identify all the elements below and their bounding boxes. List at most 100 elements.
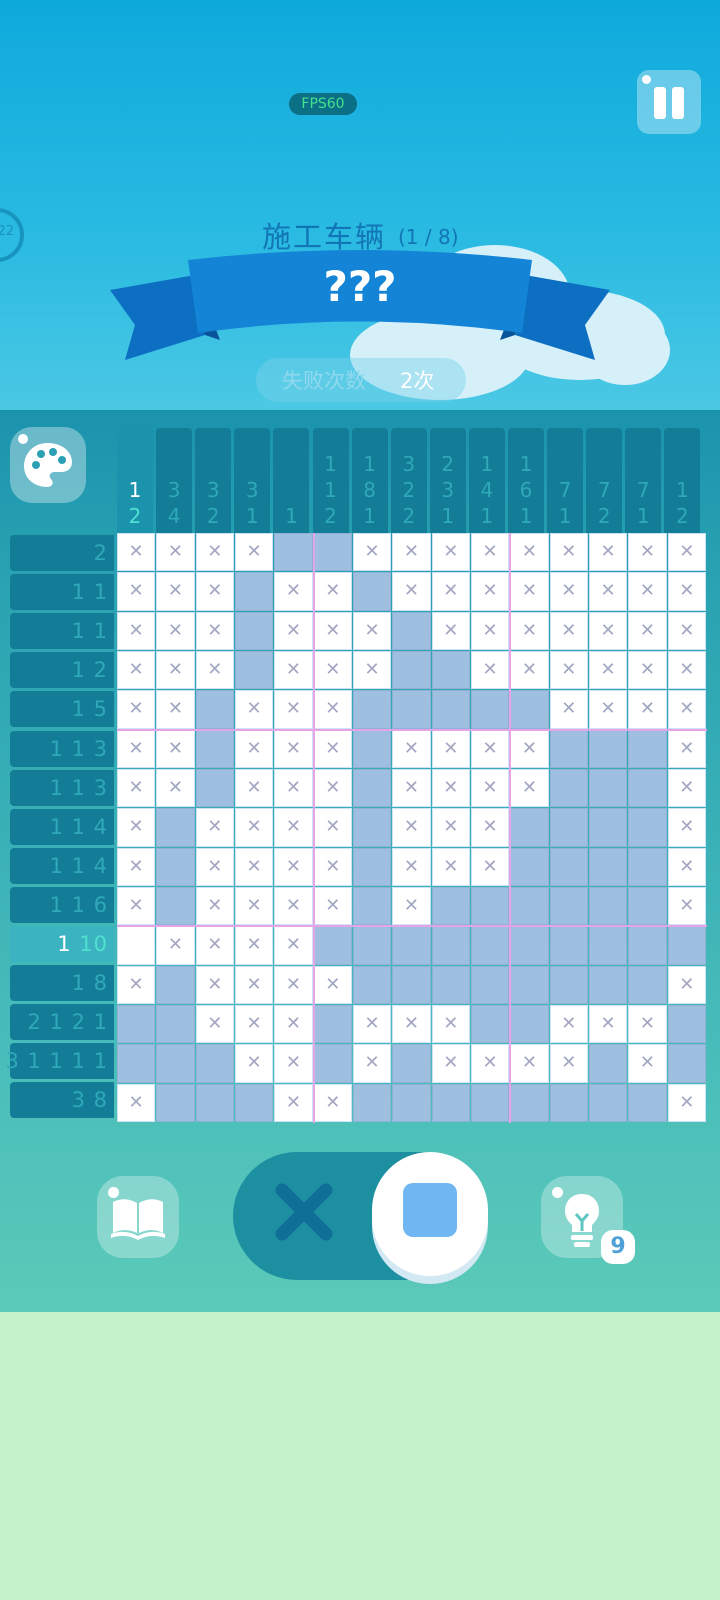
crossed-cell[interactable]: ✕: [274, 769, 313, 808]
filled-cell[interactable]: [156, 965, 195, 1004]
crossed-cell[interactable]: ✕: [628, 1044, 667, 1083]
crossed-cell[interactable]: ✕: [235, 808, 274, 847]
filled-cell[interactable]: [471, 926, 510, 965]
crossed-cell[interactable]: ✕: [628, 572, 667, 611]
filled-cell[interactable]: [431, 1083, 470, 1122]
filled-cell[interactable]: [549, 1083, 588, 1122]
filled-cell[interactable]: [628, 887, 667, 926]
crossed-cell[interactable]: ✕: [195, 847, 234, 886]
crossed-cell[interactable]: ✕: [156, 729, 195, 768]
crossed-cell[interactable]: ✕: [549, 1005, 588, 1044]
crossed-cell[interactable]: ✕: [667, 808, 706, 847]
filled-cell[interactable]: [471, 1083, 510, 1122]
crossed-cell[interactable]: ✕: [117, 533, 156, 572]
crossed-cell[interactable]: ✕: [589, 690, 628, 729]
crossed-cell[interactable]: ✕: [274, 1005, 313, 1044]
filled-cell[interactable]: [549, 847, 588, 886]
crossed-cell[interactable]: ✕: [628, 1005, 667, 1044]
crossed-cell[interactable]: ✕: [589, 572, 628, 611]
crossed-cell[interactable]: ✕: [549, 611, 588, 650]
filled-cell[interactable]: [628, 729, 667, 768]
crossed-cell[interactable]: ✕: [589, 1005, 628, 1044]
filled-cell[interactable]: [353, 729, 392, 768]
crossed-cell[interactable]: ✕: [392, 769, 431, 808]
crossed-cell[interactable]: ✕: [235, 690, 274, 729]
filled-cell[interactable]: [195, 769, 234, 808]
filled-cell[interactable]: [235, 1083, 274, 1122]
crossed-cell[interactable]: ✕: [549, 1044, 588, 1083]
filled-cell[interactable]: [353, 769, 392, 808]
filled-cell[interactable]: [589, 729, 628, 768]
filled-cell[interactable]: [628, 808, 667, 847]
crossed-cell[interactable]: ✕: [156, 926, 195, 965]
filled-cell[interactable]: [353, 847, 392, 886]
crossed-cell[interactable]: ✕: [313, 965, 352, 1004]
filled-cell[interactable]: [156, 1044, 195, 1083]
filled-cell[interactable]: [392, 926, 431, 965]
crossed-cell[interactable]: ✕: [628, 651, 667, 690]
crossed-cell[interactable]: ✕: [667, 611, 706, 650]
filled-cell[interactable]: [589, 1044, 628, 1083]
crossed-cell[interactable]: ✕: [117, 808, 156, 847]
crossed-cell[interactable]: ✕: [628, 690, 667, 729]
filled-cell[interactable]: [235, 651, 274, 690]
filled-cell[interactable]: [549, 729, 588, 768]
filled-cell[interactable]: [156, 847, 195, 886]
crossed-cell[interactable]: ✕: [431, 611, 470, 650]
filled-cell[interactable]: [510, 1005, 549, 1044]
filled-cell[interactable]: [510, 690, 549, 729]
crossed-cell[interactable]: ✕: [117, 729, 156, 768]
filled-cell[interactable]: [235, 572, 274, 611]
crossed-cell[interactable]: ✕: [274, 926, 313, 965]
filled-cell[interactable]: [471, 1005, 510, 1044]
crossed-cell[interactable]: ✕: [117, 769, 156, 808]
filled-cell[interactable]: [353, 1083, 392, 1122]
crossed-cell[interactable]: ✕: [274, 965, 313, 1004]
crossed-cell[interactable]: ✕: [471, 769, 510, 808]
crossed-cell[interactable]: ✕: [471, 1044, 510, 1083]
crossed-cell[interactable]: ✕: [431, 533, 470, 572]
crossed-cell[interactable]: ✕: [549, 572, 588, 611]
crossed-cell[interactable]: ✕: [392, 572, 431, 611]
crossed-cell[interactable]: ✕: [471, 611, 510, 650]
crossed-cell[interactable]: ✕: [510, 729, 549, 768]
filled-cell[interactable]: [353, 926, 392, 965]
crossed-cell[interactable]: ✕: [274, 1044, 313, 1083]
crossed-cell[interactable]: ✕: [195, 572, 234, 611]
palette-button[interactable]: [10, 427, 86, 503]
filled-cell[interactable]: [313, 926, 352, 965]
filled-cell[interactable]: [510, 887, 549, 926]
filled-cell[interactable]: [589, 926, 628, 965]
crossed-cell[interactable]: ✕: [313, 1083, 352, 1122]
crossed-cell[interactable]: ✕: [195, 887, 234, 926]
crossed-cell[interactable]: ✕: [156, 611, 195, 650]
crossed-cell[interactable]: ✕: [392, 729, 431, 768]
crossed-cell[interactable]: ✕: [235, 1005, 274, 1044]
crossed-cell[interactable]: ✕: [628, 611, 667, 650]
crossed-cell[interactable]: ✕: [510, 651, 549, 690]
crossed-cell[interactable]: ✕: [274, 651, 313, 690]
filled-cell[interactable]: [471, 690, 510, 729]
crossed-cell[interactable]: ✕: [195, 1005, 234, 1044]
crossed-cell[interactable]: ✕: [235, 965, 274, 1004]
crossed-cell[interactable]: ✕: [667, 572, 706, 611]
crossed-cell[interactable]: ✕: [431, 572, 470, 611]
crossed-cell[interactable]: ✕: [274, 572, 313, 611]
crossed-cell[interactable]: ✕: [549, 651, 588, 690]
crossed-cell[interactable]: ✕: [156, 690, 195, 729]
crossed-cell[interactable]: ✕: [510, 533, 549, 572]
filled-cell[interactable]: [156, 1005, 195, 1044]
crossed-cell[interactable]: ✕: [510, 1044, 549, 1083]
filled-cell[interactable]: [195, 690, 234, 729]
filled-cell[interactable]: [353, 965, 392, 1004]
fill-mode-button[interactable]: [372, 1152, 488, 1276]
filled-cell[interactable]: [392, 651, 431, 690]
filled-cell[interactable]: [628, 965, 667, 1004]
filled-cell[interactable]: [589, 965, 628, 1004]
filled-cell[interactable]: [667, 926, 706, 965]
crossed-cell[interactable]: ✕: [628, 533, 667, 572]
crossed-cell[interactable]: ✕: [313, 769, 352, 808]
crossed-cell[interactable]: ✕: [667, 769, 706, 808]
filled-cell[interactable]: [549, 769, 588, 808]
filled-cell[interactable]: [510, 808, 549, 847]
